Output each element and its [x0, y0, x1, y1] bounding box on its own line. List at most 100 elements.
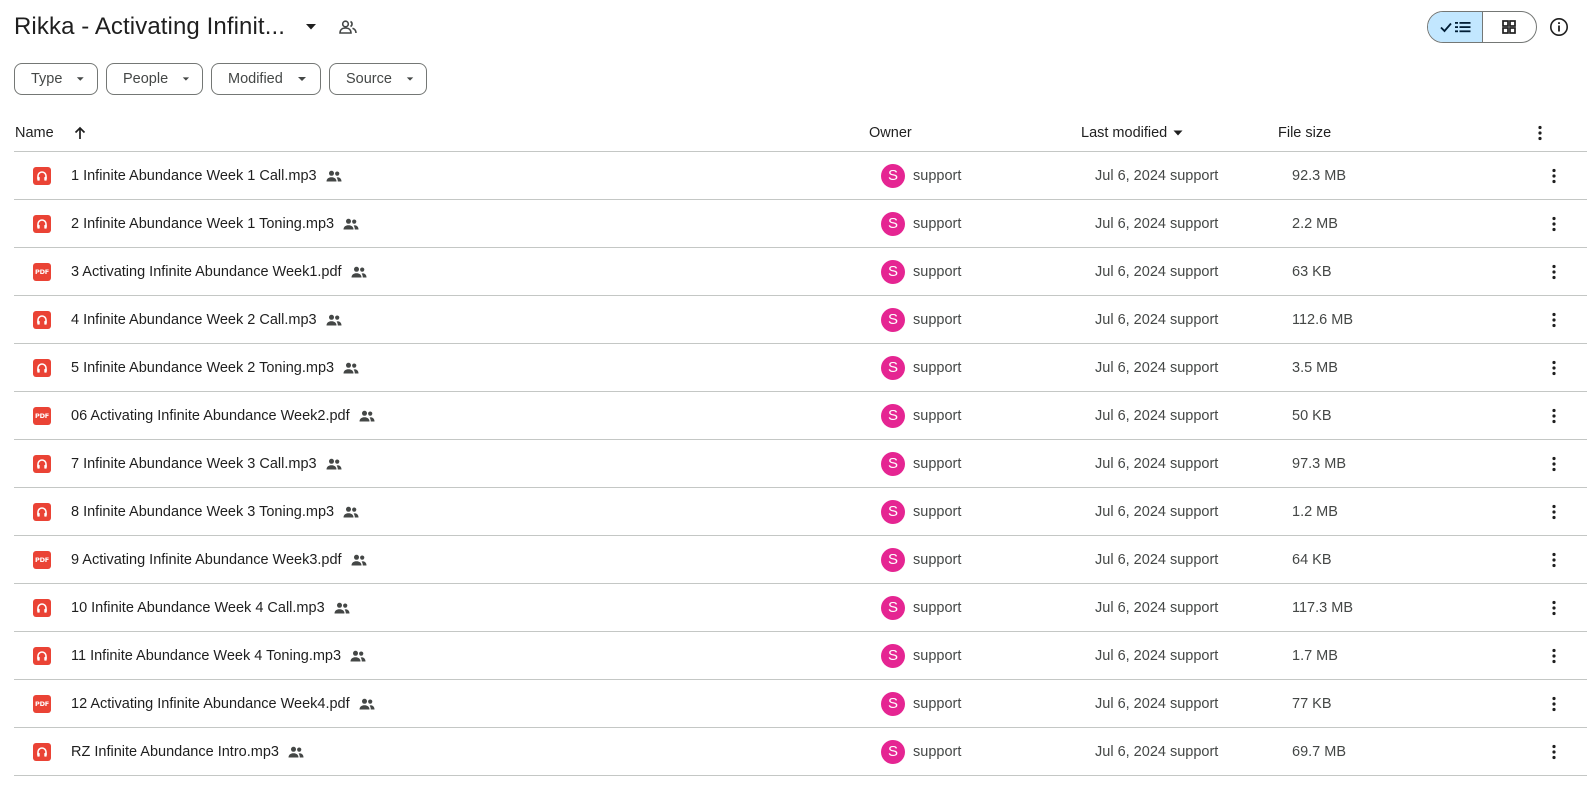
more-actions-icon[interactable]: [1542, 584, 1566, 631]
file-name-cell[interactable]: 7 Infinite Abundance Week 3 Call.mp3: [71, 440, 342, 487]
list-view-button[interactable]: [1428, 12, 1483, 42]
file-row[interactable]: 7 Infinite Abundance Week 3 Call.mp3 Ssup…: [14, 440, 1587, 488]
column-options-more-icon[interactable]: [1528, 114, 1552, 152]
more-actions-icon[interactable]: [1542, 152, 1566, 199]
file-row[interactable]: RZ Infinite Abundance Intro.mp3 Ssupport J…: [14, 728, 1587, 776]
file-name-cell[interactable]: 2 Infinite Abundance Week 1 Toning.mp3: [71, 200, 359, 247]
owner-avatar[interactable]: S: [881, 307, 905, 332]
last-modified-cell: Jul 6, 2024 support: [1095, 647, 1219, 664]
file-name-cell[interactable]: 5 Infinite Abundance Week 2 Toning.mp3: [71, 344, 359, 391]
file-name[interactable]: 9 Activating Infinite Abundance Week3.pd…: [71, 552, 342, 568]
filter-people-chip[interactable]: People: [106, 63, 203, 95]
file-name-cell[interactable]: 9 Activating Infinite Abundance Week3.pd…: [71, 536, 367, 583]
more-actions-icon[interactable]: [1542, 536, 1566, 583]
file-name-cell[interactable]: 10 Infinite Abundance Week 4 Call.mp3: [71, 584, 350, 631]
last-modified-cell: Jul 6, 2024 support: [1095, 167, 1219, 184]
file-name[interactable]: RZ Infinite Abundance Intro.mp3: [71, 744, 279, 760]
grid-view-button[interactable]: [1483, 12, 1537, 42]
file-name-cell[interactable]: 8 Infinite Abundance Week 3 Toning.mp3: [71, 488, 359, 535]
chevron-down-icon: [182, 77, 190, 81]
column-last-modified-label: Last modified: [1081, 125, 1168, 141]
last-modified-cell: Jul 6, 2024 support: [1095, 695, 1219, 712]
more-actions-icon[interactable]: [1542, 728, 1566, 775]
owner-avatar[interactable]: S: [881, 259, 905, 284]
file-name-cell[interactable]: 1 Infinite Abundance Week 1 Call.mp3: [71, 152, 342, 199]
owner-avatar[interactable]: S: [881, 355, 905, 380]
owner-avatar[interactable]: S: [881, 499, 905, 524]
more-actions-icon[interactable]: [1542, 392, 1566, 439]
file-name[interactable]: 7 Infinite Abundance Week 3 Call.mp3: [71, 456, 317, 472]
more-actions-icon[interactable]: [1542, 344, 1566, 391]
owner-avatar[interactable]: S: [881, 691, 905, 716]
filter-source-label: Source: [346, 71, 392, 87]
owner-avatar[interactable]: S: [881, 739, 905, 764]
file-row[interactable]: 8 Infinite Abundance Week 3 Toning.mp3 Ss…: [14, 488, 1587, 536]
more-actions-icon[interactable]: [1542, 680, 1566, 727]
column-file-size-header[interactable]: File size: [1278, 114, 1331, 152]
file-name[interactable]: 10 Infinite Abundance Week 4 Call.mp3: [71, 600, 325, 616]
more-actions-icon[interactable]: [1542, 296, 1566, 343]
file-name-cell[interactable]: 06 Activating Infinite Abundance Week2.p…: [71, 392, 375, 439]
file-name[interactable]: 11 Infinite Abundance Week 4 Toning.mp3: [71, 648, 341, 664]
column-file-size-label: File size: [1278, 125, 1332, 141]
file-name[interactable]: 06 Activating Infinite Abundance Week2.p…: [71, 408, 350, 424]
file-row[interactable]: 10 Infinite Abundance Week 4 Call.mp3 Ssu…: [14, 584, 1587, 632]
file-row[interactable]: 11 Infinite Abundance Week 4 Toning.mp3 S…: [14, 632, 1587, 680]
more-actions-icon[interactable]: [1542, 248, 1566, 295]
folder-menu-caret-icon[interactable]: [299, 15, 323, 39]
chevron-down-icon: [297, 77, 306, 81]
file-size-cell: 63 KB: [1292, 263, 1332, 280]
file-name[interactable]: 8 Infinite Abundance Week 3 Toning.mp3: [71, 504, 334, 520]
file-row[interactable]: 4 Infinite Abundance Week 2 Call.mp3 Ssup…: [14, 296, 1587, 344]
file-row[interactable]: 5 Infinite Abundance Week 2 Toning.mp3 Ss…: [14, 344, 1587, 392]
owner-avatar[interactable]: S: [881, 163, 905, 188]
owner-name: support: [913, 503, 962, 520]
owner-avatar[interactable]: S: [881, 547, 905, 572]
column-last-modified-header[interactable]: Last modified: [1081, 114, 1183, 152]
info-icon[interactable]: [1547, 15, 1571, 39]
owner-cell: Ssupport: [881, 680, 961, 727]
file-name[interactable]: 3 Activating Infinite Abundance Week1.pd…: [71, 264, 342, 280]
filter-source-chip[interactable]: Source: [329, 63, 427, 95]
owner-name: support: [913, 743, 962, 760]
file-row[interactable]: 1 Infinite Abundance Week 1 Call.mp3 Ssup…: [14, 152, 1587, 200]
filter-bar: Type People Modified Source: [14, 63, 427, 95]
more-actions-icon[interactable]: [1542, 200, 1566, 247]
file-name-cell[interactable]: 3 Activating Infinite Abundance Week1.pd…: [71, 248, 367, 295]
file-name-cell[interactable]: 12 Activating Infinite Abundance Week4.p…: [71, 680, 375, 727]
owner-avatar[interactable]: S: [881, 643, 905, 668]
file-name-cell[interactable]: 4 Infinite Abundance Week 2 Call.mp3: [71, 296, 342, 343]
file-name-cell[interactable]: RZ Infinite Abundance Intro.mp3: [71, 728, 304, 775]
file-name[interactable]: 4 Infinite Abundance Week 2 Call.mp3: [71, 312, 317, 328]
file-name[interactable]: 12 Activating Infinite Abundance Week4.p…: [71, 696, 350, 712]
file-name[interactable]: 5 Infinite Abundance Week 2 Toning.mp3: [71, 360, 334, 376]
owner-cell: Ssupport: [881, 296, 961, 343]
file-name[interactable]: 2 Infinite Abundance Week 1 Toning.mp3: [71, 216, 334, 232]
file-size-cell: 64 KB: [1292, 551, 1332, 568]
filter-type-chip[interactable]: Type: [14, 63, 98, 95]
file-name-cell[interactable]: 11 Infinite Abundance Week 4 Toning.mp3: [71, 632, 366, 679]
owner-avatar[interactable]: S: [881, 451, 905, 476]
column-name-header[interactable]: Name: [15, 114, 54, 152]
sort-ascending-icon[interactable]: [72, 114, 88, 152]
pdf-file-icon: PDF: [33, 694, 51, 713]
filter-modified-chip[interactable]: Modified: [211, 63, 321, 95]
owner-avatar[interactable]: S: [881, 211, 905, 236]
more-actions-icon[interactable]: [1542, 440, 1566, 487]
column-name-label: Name: [15, 125, 54, 141]
folder-title[interactable]: Rikka - Activating Infinit...: [14, 13, 285, 41]
more-actions-icon[interactable]: [1542, 488, 1566, 535]
file-row[interactable]: PDF 9 Activating Infinite Abundance Week3…: [14, 536, 1587, 584]
file-row[interactable]: PDF 3 Activating Infinite Abundance Week1…: [14, 248, 1587, 296]
column-owner-header[interactable]: Owner: [869, 114, 912, 152]
last-modified-cell: Jul 6, 2024 support: [1095, 503, 1219, 520]
file-row[interactable]: 2 Infinite Abundance Week 1 Toning.mp3 Ss…: [14, 200, 1587, 248]
file-row[interactable]: PDF 06 Activating Infinite Abundance Week…: [14, 392, 1587, 440]
owner-avatar[interactable]: S: [881, 595, 905, 620]
file-row[interactable]: PDF 12 Activating Infinite Abundance Week…: [14, 680, 1587, 728]
more-actions-icon[interactable]: [1542, 632, 1566, 679]
owner-name: support: [913, 311, 962, 328]
shared-folder-icon[interactable]: [335, 14, 361, 40]
file-name[interactable]: 1 Infinite Abundance Week 1 Call.mp3: [71, 168, 317, 184]
owner-avatar[interactable]: S: [881, 403, 905, 428]
